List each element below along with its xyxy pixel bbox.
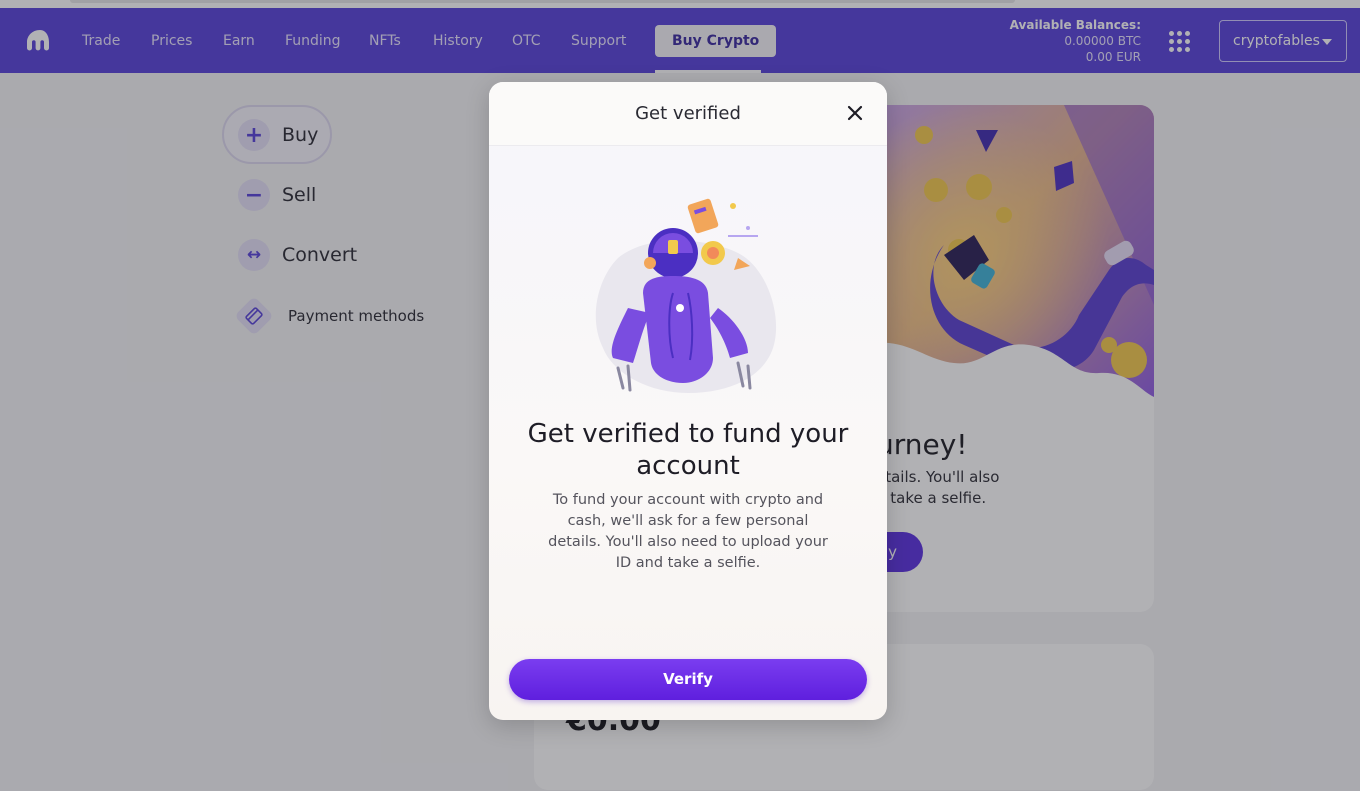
verify-button[interactable]: Verify: [509, 659, 867, 700]
modal-heading: Get verified to fund your account: [527, 419, 849, 481]
get-verified-modal: Get verified Get verified to fund your a…: [489, 82, 887, 720]
robot-verification-illustration: [595, 198, 777, 393]
modal-body-text: To fund your account with crypto and cas…: [548, 492, 828, 571]
modal-title: Get verified: [635, 103, 741, 124]
modal-header: Get verified: [489, 82, 887, 146]
close-icon[interactable]: [846, 104, 864, 122]
